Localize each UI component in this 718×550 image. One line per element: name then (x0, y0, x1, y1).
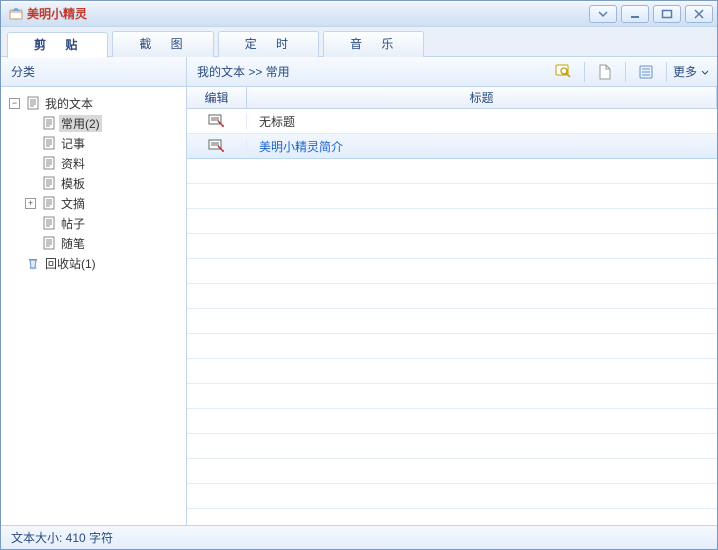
grid-row-empty (187, 234, 717, 259)
document-icon (42, 216, 56, 230)
grid-row-empty (187, 484, 717, 509)
tree-item[interactable]: 模板 (5, 173, 182, 193)
dropdown-button[interactable] (589, 5, 617, 23)
document-icon (42, 136, 56, 150)
category-tree: − 我的文本 常用(2) 记事资料模板 + 文摘帖子随笔 回收站(1) (1, 87, 187, 525)
search-icon (555, 64, 573, 80)
document-icon (42, 196, 56, 210)
grid-body: 无标题美明小精灵简介 (187, 109, 717, 525)
tree-label: 模板 (59, 175, 87, 192)
edit-cell[interactable] (187, 138, 247, 155)
new-document-button[interactable] (590, 61, 620, 83)
app-window: 美明小精灵 剪 贴 截 图 定 时 音 乐 分类 我的文本 >> 常用 更多 (0, 0, 718, 550)
tree-label: 文摘 (59, 195, 87, 212)
edit-cell[interactable] (187, 113, 247, 130)
title-cell: 美明小精灵简介 (247, 138, 717, 155)
list-icon (639, 65, 653, 79)
grid-row-empty (187, 409, 717, 434)
more-label: 更多 (673, 63, 697, 80)
grid-row-empty (187, 309, 717, 334)
tree-label: 记事 (59, 135, 87, 152)
grid-row[interactable]: 无标题 (187, 109, 717, 134)
tree-item[interactable]: 常用(2) (5, 113, 182, 133)
grid-row-empty (187, 159, 717, 184)
maximize-button[interactable] (653, 5, 681, 23)
more-menu[interactable]: 更多 (669, 63, 717, 80)
document-icon (42, 176, 56, 190)
document-icon (42, 236, 56, 250)
title-cell: 无标题 (247, 113, 717, 130)
tree-label: 常用(2) (59, 115, 102, 132)
tree-label: 我的文本 (43, 95, 95, 112)
grid-row-empty (187, 209, 717, 234)
app-icon (9, 7, 23, 21)
expand-icon[interactable]: + (25, 198, 36, 209)
minimize-button[interactable] (621, 5, 649, 23)
tab-clipboard[interactable]: 剪 贴 (7, 32, 108, 58)
grid-header: 编辑 标题 (187, 87, 717, 109)
tree-item[interactable]: + 文摘 (5, 193, 182, 213)
collapse-icon[interactable]: − (9, 98, 20, 109)
titlebar: 美明小精灵 (1, 1, 717, 27)
app-title: 美明小精灵 (27, 5, 87, 22)
toolbar: 分类 我的文本 >> 常用 更多 (1, 57, 717, 87)
tree-label: 随笔 (59, 235, 87, 252)
list-button[interactable] (631, 61, 661, 83)
status-bar: 文本大小: 410 字符 (1, 525, 717, 549)
grid: 编辑 标题 无标题美明小精灵简介 (187, 87, 717, 525)
tree-label: 回收站(1) (43, 255, 98, 272)
edit-icon (208, 113, 226, 130)
tree-recycle[interactable]: 回收站(1) (5, 253, 182, 273)
recycle-bin-icon (26, 256, 40, 270)
tab-music[interactable]: 音 乐 (323, 31, 424, 57)
tree-item[interactable]: 随笔 (5, 233, 182, 253)
folder-doc-icon (26, 96, 40, 110)
tree-item[interactable]: 资料 (5, 153, 182, 173)
chevron-down-icon (701, 65, 709, 79)
tree-item[interactable]: 帖子 (5, 213, 182, 233)
grid-row-empty (187, 284, 717, 309)
grid-row-empty (187, 509, 717, 525)
grid-row-empty (187, 259, 717, 284)
document-icon (42, 116, 56, 130)
tree-root[interactable]: − 我的文本 (5, 93, 182, 113)
grid-row-empty (187, 359, 717, 384)
close-button[interactable] (685, 5, 713, 23)
breadcrumb: 我的文本 >> 常用 (187, 63, 546, 80)
col-title[interactable]: 标题 (247, 87, 717, 108)
tree-label: 帖子 (59, 215, 87, 232)
grid-row-empty (187, 334, 717, 359)
grid-row-empty (187, 384, 717, 409)
document-icon (42, 156, 56, 170)
grid-row-empty (187, 184, 717, 209)
document-icon (598, 64, 612, 80)
tab-screenshot[interactable]: 截 图 (112, 31, 213, 57)
col-edit[interactable]: 编辑 (187, 87, 247, 108)
search-button[interactable] (549, 61, 579, 83)
tab-bar: 剪 贴 截 图 定 时 音 乐 (1, 27, 717, 57)
grid-row[interactable]: 美明小精灵简介 (187, 134, 717, 159)
tab-timer[interactable]: 定 时 (218, 31, 319, 57)
grid-row-empty (187, 459, 717, 484)
grid-row-empty (187, 434, 717, 459)
edit-icon (208, 138, 226, 155)
tree-item[interactable]: 记事 (5, 133, 182, 153)
category-header: 分类 (1, 57, 187, 86)
content-area: − 我的文本 常用(2) 记事资料模板 + 文摘帖子随笔 回收站(1) 编辑 标题 无… (1, 87, 717, 525)
tree-label: 资料 (59, 155, 87, 172)
